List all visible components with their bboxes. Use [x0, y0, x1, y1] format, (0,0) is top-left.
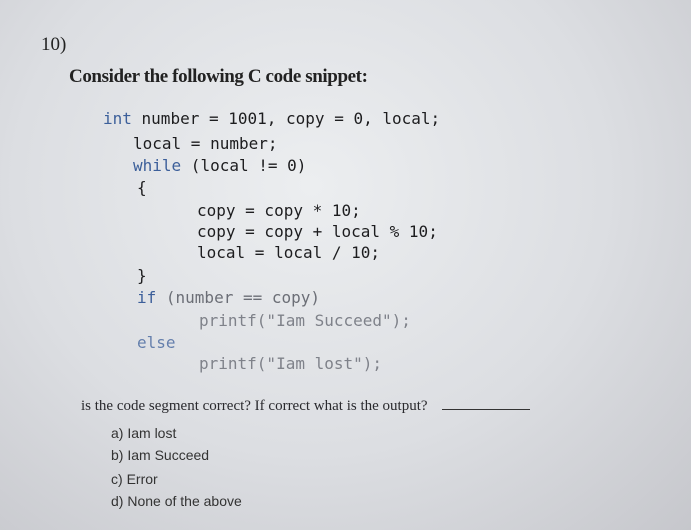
- code-open-brace: {: [137, 178, 147, 197]
- option-b: b) Iam Succeed: [111, 447, 209, 463]
- question-heading: Consider the following C code snippet:: [69, 66, 368, 87]
- code-text: (local != 0): [181, 156, 307, 175]
- code-line-if: if (number == copy): [137, 288, 320, 308]
- code-text: (number == copy): [156, 288, 321, 307]
- option-letter: a): [111, 425, 124, 441]
- code-keyword-int: int: [103, 109, 132, 128]
- option-text: Error: [126, 471, 158, 487]
- option-text: None of the above: [127, 493, 242, 509]
- code-line-copy-multiply: copy = copy * 10;: [197, 201, 361, 220]
- question-prompt: is the code segment correct? If correct …: [81, 398, 530, 415]
- option-text: Iam Succeed: [127, 447, 210, 463]
- code-line-declaration: int number = 1001, copy = 0, local;: [103, 109, 440, 129]
- option-a: a) Iam lost: [111, 425, 176, 441]
- option-text: Iam lost: [127, 425, 177, 441]
- code-line-printf-succeed: printf("Iam Succeed");: [199, 311, 411, 330]
- option-letter: b): [111, 447, 124, 463]
- code-close-brace: }: [137, 266, 147, 285]
- option-d: d) None of the above: [111, 493, 242, 509]
- code-line-copy-add: copy = copy + local % 10;: [197, 222, 438, 241]
- code-keyword-while: while: [133, 156, 182, 175]
- code-line-local-divide: local = local / 10;: [197, 243, 381, 262]
- answer-blank: [441, 409, 530, 410]
- page: { "question_number": "10)", "heading": "…: [0, 0, 691, 530]
- question-prompt-text: is the code segment correct? If correct …: [81, 398, 428, 414]
- option-letter: d): [111, 493, 124, 509]
- code-line-printf-lost: printf("Iam lost");: [199, 354, 383, 373]
- question-number: 10): [41, 34, 67, 55]
- code-line-while: while (local != 0): [133, 156, 306, 176]
- code-keyword-if: if: [137, 288, 157, 307]
- option-c: c) Error: [111, 471, 158, 487]
- option-letter: c): [111, 471, 123, 487]
- code-line-assign: local = number;: [133, 134, 278, 153]
- code-text: number = 1001, copy = 0, local;: [131, 109, 441, 128]
- code-keyword-else: else: [137, 333, 176, 352]
